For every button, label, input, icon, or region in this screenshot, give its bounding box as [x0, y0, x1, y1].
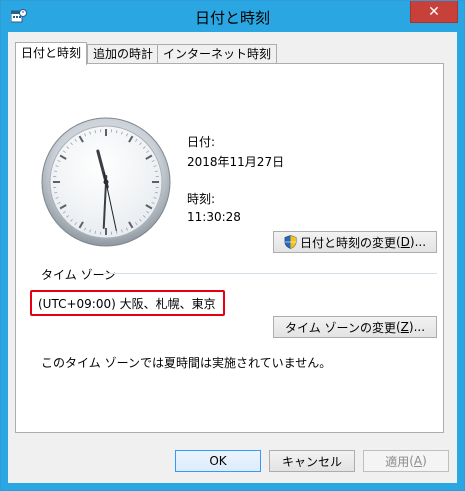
- dialog-client-area: 日付と時刻 追加の時計 インターネット時刻 日付: 2018年11月27日 時刻…: [8, 32, 457, 483]
- apply-accel: A: [413, 454, 423, 468]
- cancel-button[interactable]: キャンセル: [269, 450, 355, 472]
- tab-internet-time[interactable]: インターネット時刻: [157, 44, 278, 64]
- change-timezone-button[interactable]: タイム ゾーンの変更 (Z)...: [273, 316, 437, 338]
- date-time-panel: 日付: 2018年11月27日 時刻: 11:30:28 日付と時刻の変更 (D)…: [15, 63, 444, 433]
- analog-clock: [41, 117, 171, 247]
- shield-icon: [284, 235, 297, 249]
- change-timezone-accel: Z: [400, 320, 409, 334]
- ok-button[interactable]: OK: [175, 450, 261, 472]
- time-label: 時刻:: [187, 192, 216, 206]
- tab-date-time[interactable]: 日付と時刻: [15, 42, 88, 65]
- time-value: 11:30:28: [187, 210, 241, 224]
- date-label: 日付:: [187, 135, 216, 149]
- change-timezone-label: タイム ゾーンの変更: [284, 320, 396, 335]
- date-value: 2018年11月27日: [187, 155, 285, 169]
- dialog-window: 日付と時刻 ✕ 日付と時刻 追加の時計 インターネット時刻 日付: 2018年1…: [0, 0, 465, 491]
- timezone-value: (UTC+09:00) 大阪、札幌、東京: [38, 297, 216, 311]
- clock-center: [103, 179, 109, 185]
- timezone-group-label: タイム ゾーン: [41, 268, 116, 282]
- change-date-time-accel: D: [400, 235, 410, 249]
- dst-note: このタイム ゾーンでは夏時間は実施されていません。: [41, 356, 332, 370]
- close-button[interactable]: ✕: [410, 1, 458, 23]
- apply-button[interactable]: 適用 (A): [363, 450, 449, 472]
- change-date-time-label: 日付と時刻の変更: [299, 235, 396, 250]
- window-title: 日付と時刻: [194, 9, 270, 27]
- close-icon: ✕: [428, 3, 440, 20]
- timezone-group-divider: [104, 273, 437, 274]
- apply-label: 適用: [385, 454, 410, 469]
- change-date-time-button[interactable]: 日付と時刻の変更 (D)...: [273, 231, 437, 253]
- title-bar[interactable]: 日付と時刻 ✕: [1, 1, 464, 32]
- tab-additional-clocks[interactable]: 追加の時計: [87, 44, 160, 64]
